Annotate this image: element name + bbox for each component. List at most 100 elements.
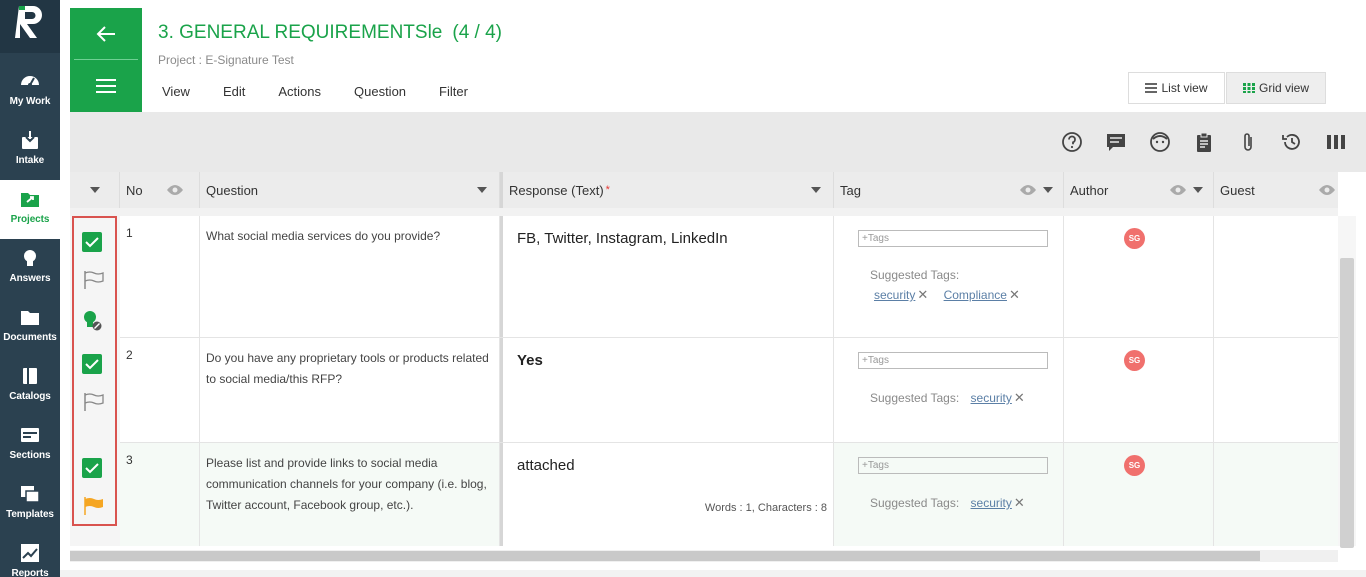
- suggested-tag[interactable]: Compliance: [944, 288, 1007, 302]
- table-row[interactable]: 1 What social media services do you prov…: [120, 216, 1338, 338]
- folder-arrow-icon: [21, 193, 39, 207]
- nav-item-answers[interactable]: Answers: [0, 239, 60, 298]
- horizontal-scroll-thumb[interactable]: [70, 551, 1260, 561]
- menu-question[interactable]: Question: [354, 84, 406, 99]
- menu-view[interactable]: View: [162, 84, 190, 99]
- remove-tag-icon[interactable]: ✕: [917, 287, 928, 302]
- eye-icon[interactable]: [1019, 184, 1037, 196]
- sections-icon: [21, 428, 39, 442]
- guest-cell: [1214, 443, 1338, 546]
- remove-tag-icon[interactable]: ✕: [1014, 390, 1025, 405]
- author-cell: SG: [1064, 338, 1214, 442]
- col-header-tag[interactable]: Tag: [834, 172, 1064, 208]
- eye-icon[interactable]: [1318, 184, 1336, 196]
- table-body: 1 What social media services do you prov…: [70, 216, 1338, 546]
- eye-icon[interactable]: [1169, 184, 1187, 196]
- response-cell[interactable]: FB, Twitter, Instagram, LinkedIn: [500, 216, 834, 337]
- col-header-tag-label: Tag: [840, 182, 861, 198]
- templates-icon: [21, 486, 40, 503]
- horizontal-scrollbar[interactable]: [70, 550, 1338, 562]
- face-icon[interactable]: [1149, 131, 1171, 153]
- history-icon[interactable]: [1281, 131, 1303, 153]
- response-text[interactable]: Yes: [503, 338, 833, 383]
- nav-item-templates[interactable]: Templates: [0, 475, 60, 534]
- row-number: 2: [120, 338, 200, 442]
- eye-icon[interactable]: [166, 184, 184, 196]
- nav-item-documents[interactable]: Documents: [0, 298, 60, 357]
- col-header-guest[interactable]: Guest: [1214, 172, 1338, 208]
- suggested-tags-label: Suggested Tags:: [870, 496, 960, 510]
- list-view-button[interactable]: List view: [1128, 72, 1225, 104]
- nav-item-intake[interactable]: Intake: [0, 121, 60, 180]
- nav-item-catalogs[interactable]: Catalogs: [0, 357, 60, 416]
- tags-input[interactable]: +Tags: [858, 230, 1048, 247]
- help-icon[interactable]: [1061, 131, 1083, 153]
- hamburger-icon: [96, 79, 116, 93]
- menu-edit[interactable]: Edit: [223, 84, 245, 99]
- remove-tag-icon[interactable]: ✕: [1014, 495, 1025, 510]
- caret-down-icon: [477, 187, 487, 193]
- table-row[interactable]: 2 Do you have any proprietary tools or p…: [120, 338, 1338, 443]
- highlight-box: [72, 216, 117, 526]
- suggested-tag[interactable]: security: [874, 288, 915, 302]
- caret-down-icon: [811, 187, 821, 193]
- guest-cell: [1214, 338, 1338, 442]
- avatar[interactable]: SG: [1124, 455, 1145, 476]
- lightbulb-icon: [24, 250, 36, 266]
- suggested-tags-label: Suggested Tags:: [870, 268, 960, 282]
- logo-icon: [15, 6, 42, 38]
- grid-view-label: Grid view: [1258, 81, 1309, 95]
- tags-input[interactable]: +Tags: [858, 457, 1048, 474]
- inbox-download-icon: [22, 131, 38, 149]
- tag-cell: +Tags Suggested Tags: security ✕: [834, 338, 1064, 442]
- nav-label: Catalogs: [9, 391, 51, 402]
- footer-band: [60, 570, 1366, 577]
- col-header-no-label: No: [126, 182, 143, 198]
- chart-icon: [21, 544, 39, 562]
- menu-actions[interactable]: Actions: [278, 84, 321, 99]
- row-number: 3: [120, 443, 200, 546]
- nav-item-reports[interactable]: Reports: [0, 534, 60, 577]
- folder-icon: [21, 311, 39, 325]
- menu-filter[interactable]: Filter: [439, 84, 468, 99]
- response-cell[interactable]: attached Words : 1, Characters : 8: [500, 443, 834, 546]
- col-header-response[interactable]: Response (Text) *: [500, 172, 834, 208]
- nav-item-my-work[interactable]: My Work: [0, 62, 60, 121]
- col-header-author[interactable]: Author: [1064, 172, 1214, 208]
- col-header-author-label: Author: [1070, 182, 1109, 198]
- question-text: Please list and provide links to social …: [200, 443, 500, 546]
- comment-icon[interactable]: [1105, 131, 1127, 153]
- nav-label: Projects: [10, 214, 50, 225]
- avatar[interactable]: SG: [1124, 350, 1145, 371]
- suggested-tag[interactable]: security: [971, 496, 1012, 510]
- response-text[interactable]: FB, Twitter, Instagram, LinkedIn: [503, 216, 833, 261]
- col-header-response-label: Response (Text): [509, 182, 604, 198]
- header-spacer: [70, 208, 1338, 216]
- question-text: What social media services do you provid…: [200, 216, 500, 337]
- response-cell[interactable]: Yes: [500, 338, 834, 442]
- clipboard-icon[interactable]: [1193, 131, 1215, 153]
- avatar[interactable]: SG: [1124, 228, 1145, 249]
- row-number: 1: [120, 216, 200, 337]
- back-button[interactable]: [70, 8, 142, 59]
- remove-tag-icon[interactable]: ✕: [1009, 287, 1020, 302]
- nav-item-projects[interactable]: Projects: [0, 180, 60, 239]
- suggested-tags-label: Suggested Tags:: [870, 391, 960, 405]
- attachment-icon[interactable]: [1237, 131, 1259, 153]
- grid-view-button[interactable]: Grid view: [1226, 72, 1326, 104]
- nav-label: Sections: [9, 450, 51, 461]
- response-text[interactable]: attached: [503, 443, 833, 488]
- col-header-question[interactable]: Question: [200, 172, 500, 208]
- nav-item-sections[interactable]: Sections: [0, 416, 60, 475]
- tags-input[interactable]: +Tags: [858, 352, 1048, 369]
- hamburger-menu-button[interactable]: [70, 60, 142, 112]
- select-all-dropdown[interactable]: [70, 172, 120, 208]
- vertical-scrollbar[interactable]: [1338, 216, 1356, 548]
- columns-icon[interactable]: [1325, 131, 1347, 153]
- table-row[interactable]: 3 Please list and provide links to socia…: [120, 443, 1338, 546]
- vertical-scroll-thumb[interactable]: [1340, 258, 1354, 548]
- arrow-left-icon: [96, 25, 115, 42]
- suggested-tags-row: Suggested Tags: security ✕: [870, 495, 1025, 511]
- app-logo[interactable]: [0, 0, 60, 53]
- suggested-tag[interactable]: security: [971, 391, 1012, 405]
